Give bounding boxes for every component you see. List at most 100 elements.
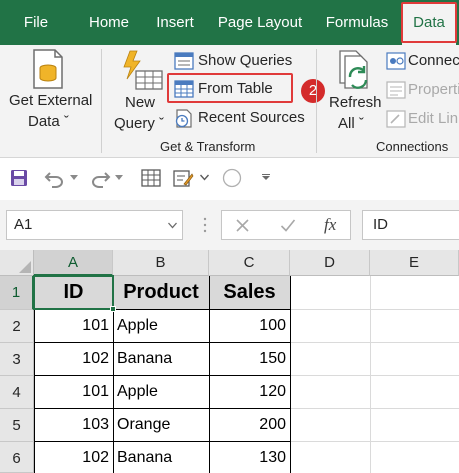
table-border	[34, 441, 291, 442]
table-cell[interactable]: Apple	[113, 375, 209, 408]
edit-links-label: Edit Links	[408, 110, 459, 127]
insert-function-icon[interactable]: fx	[324, 215, 336, 235]
column-header-a[interactable]: A	[34, 250, 113, 276]
name-box-dropdown-icon[interactable]	[168, 222, 177, 229]
formula-input-value: ID	[373, 216, 388, 233]
properties-label: Properties	[408, 81, 459, 98]
table-cell[interactable]: 200	[209, 408, 290, 441]
worksheet-grid[interactable]: A B C D E 1 2 3 4 5 6 ID Product Sales 1…	[0, 250, 459, 473]
highlight-box-from-table	[167, 73, 293, 103]
recent-sources-icon	[175, 109, 192, 128]
undo-icon[interactable]	[44, 170, 66, 188]
show-queries-button[interactable]: Show Queries	[172, 49, 300, 73]
select-all-triangle-icon	[19, 261, 31, 273]
tab-insert[interactable]: Insert	[147, 0, 203, 45]
connections-group-label: Connections	[376, 139, 449, 154]
enter-check-icon[interactable]	[280, 218, 296, 233]
get-transform-group-label: Get & Transform	[160, 139, 256, 154]
refresh-icon	[339, 50, 368, 89]
tab-file[interactable]: File	[14, 0, 58, 45]
table-cell[interactable]: Banana	[113, 441, 209, 473]
table-cell[interactable]: Orange	[113, 408, 209, 441]
table-cell[interactable]: 150	[209, 342, 290, 375]
row-header-6[interactable]: 6	[0, 442, 34, 473]
show-queries-icon	[174, 52, 194, 70]
properties-button[interactable]: Properties	[384, 78, 459, 102]
table-cell[interactable]: Banana	[113, 342, 209, 375]
table-cell[interactable]: 101	[34, 375, 113, 408]
cell-b1-header-product[interactable]: Product	[113, 276, 209, 309]
name-box[interactable]: A1	[6, 210, 183, 240]
save-icon[interactable]	[10, 169, 28, 187]
column-header-c[interactable]: C	[209, 250, 290, 276]
table-border	[34, 342, 291, 343]
table-cell[interactable]: 100	[209, 309, 290, 342]
gridline	[290, 441, 459, 442]
callout-badge-2: 2	[301, 79, 325, 103]
tab-page-layout[interactable]: Page Layout	[212, 0, 308, 45]
recent-sources-button[interactable]: Recent Sources	[172, 106, 305, 130]
table-cell[interactable]: 102	[34, 441, 113, 473]
select-all-corner[interactable]	[0, 250, 34, 276]
new-query-icon	[123, 50, 163, 90]
new-query-label-2: Query ˇ	[114, 115, 165, 132]
connections-button[interactable]: Connections	[384, 49, 459, 73]
refresh-all-label-1: Refresh	[329, 94, 382, 111]
cell-c1-header-sales[interactable]: Sales	[209, 276, 290, 309]
refresh-all-label-2: All ˇ	[338, 115, 364, 132]
column-header-b[interactable]: B	[113, 250, 209, 276]
column-header-e[interactable]: E	[370, 250, 459, 276]
formula-bar-grip-icon	[203, 217, 207, 233]
fill-handle[interactable]	[110, 306, 116, 312]
form-edit-icon[interactable]	[172, 168, 194, 188]
undo-dropdown-icon[interactable]	[70, 175, 78, 181]
row-header-2[interactable]: 2	[0, 310, 34, 343]
tab-formulas[interactable]: Formulas	[318, 0, 396, 45]
gridline	[290, 309, 459, 310]
row-header-3[interactable]: 3	[0, 343, 34, 376]
formula-bar: A1 fx ID	[0, 200, 459, 250]
new-query-label-1: New	[125, 94, 156, 111]
table-cell[interactable]: 101	[34, 309, 113, 342]
gridline	[290, 342, 459, 343]
active-cell-selection	[33, 275, 114, 310]
gridline	[290, 375, 459, 376]
gridline	[290, 408, 459, 409]
row-header-1[interactable]: 1	[0, 276, 34, 310]
database-icon	[33, 49, 63, 89]
formula-buttons: fx	[221, 210, 351, 240]
table-cell[interactable]: 103	[34, 408, 113, 441]
redo-icon[interactable]	[89, 170, 111, 188]
connections-label: Connections	[408, 52, 459, 69]
get-external-data-button[interactable]: Get External Data ˇ	[4, 45, 96, 145]
row-header-5[interactable]: 5	[0, 409, 34, 442]
ribbon-data: Get External Data ˇ New Query ˇ Show Que…	[0, 45, 459, 158]
new-query-button[interactable]: New Query ˇ	[108, 45, 168, 145]
table-border	[34, 375, 291, 376]
row-header-4[interactable]: 4	[0, 376, 34, 409]
table-cell[interactable]: Apple	[113, 309, 209, 342]
circle-icon[interactable]	[222, 168, 242, 188]
customize-toolbar-icon[interactable]	[262, 174, 270, 181]
name-box-value: A1	[14, 216, 33, 233]
redo-dropdown-icon[interactable]	[115, 175, 123, 181]
table-cell[interactable]: 120	[209, 375, 290, 408]
formula-input[interactable]: ID	[362, 210, 459, 240]
edit-links-button[interactable]: Edit Links	[384, 107, 459, 131]
cancel-icon[interactable]	[235, 218, 250, 233]
properties-icon	[386, 81, 406, 99]
show-queries-label: Show Queries	[198, 52, 293, 69]
refresh-all-button[interactable]: Refresh All ˇ	[324, 45, 382, 145]
get-external-data-label-1: Get External	[9, 92, 93, 109]
ribbon-separator	[316, 49, 317, 153]
quick-access-toolbar	[0, 158, 459, 200]
recent-sources-label: Recent Sources	[198, 109, 305, 126]
tab-home[interactable]: Home	[80, 0, 138, 45]
table-cell[interactable]: 102	[34, 342, 113, 375]
table-grid-icon[interactable]	[140, 168, 162, 188]
table-cell[interactable]: 130	[209, 441, 290, 473]
form-dropdown-icon[interactable]	[200, 174, 209, 181]
ribbon-separator	[101, 49, 102, 153]
column-header-d[interactable]: D	[290, 250, 370, 276]
table-border	[34, 408, 291, 409]
